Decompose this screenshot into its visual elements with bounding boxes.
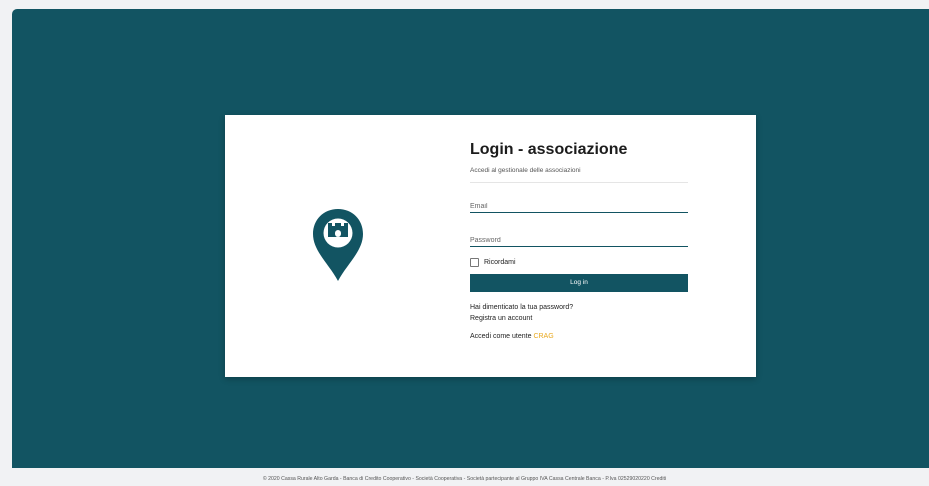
login-form: Login - associazione Accedi al gestional… (470, 139, 688, 340)
guest-access: Accedi come utente CRAG (470, 333, 688, 340)
remember-checkbox[interactable] (470, 257, 479, 267)
email-input[interactable] (470, 198, 688, 215)
login-button[interactable]: Log in (470, 274, 688, 292)
guest-prefix: Accedi come utente (470, 333, 532, 340)
page-subtitle: Accedi al gestionale delle associazioni (470, 167, 688, 183)
remember-me[interactable]: Ricordami (470, 256, 688, 268)
footer-text: © 2020 Cassa Rurale Alto Garda - Banca d… (262, 476, 667, 482)
email-field (470, 195, 688, 215)
login-card: Login - associazione Accedi al gestional… (225, 115, 756, 377)
register-link[interactable]: Registra un account (470, 313, 688, 324)
account-links: Hai dimenticato la tua password? Registr… (470, 302, 688, 324)
guest-brand-link[interactable]: CRAG (533, 333, 553, 340)
map-pin-tower-icon (313, 209, 363, 281)
remember-label: Ricordami (484, 258, 516, 266)
password-field (470, 229, 688, 249)
page-background: Login - associazione Accedi al gestional… (12, 9, 929, 468)
forgot-password-link[interactable]: Hai dimenticato la tua password? (470, 302, 688, 313)
password-input[interactable] (470, 232, 688, 249)
page-title: Login - associazione (470, 141, 628, 158)
